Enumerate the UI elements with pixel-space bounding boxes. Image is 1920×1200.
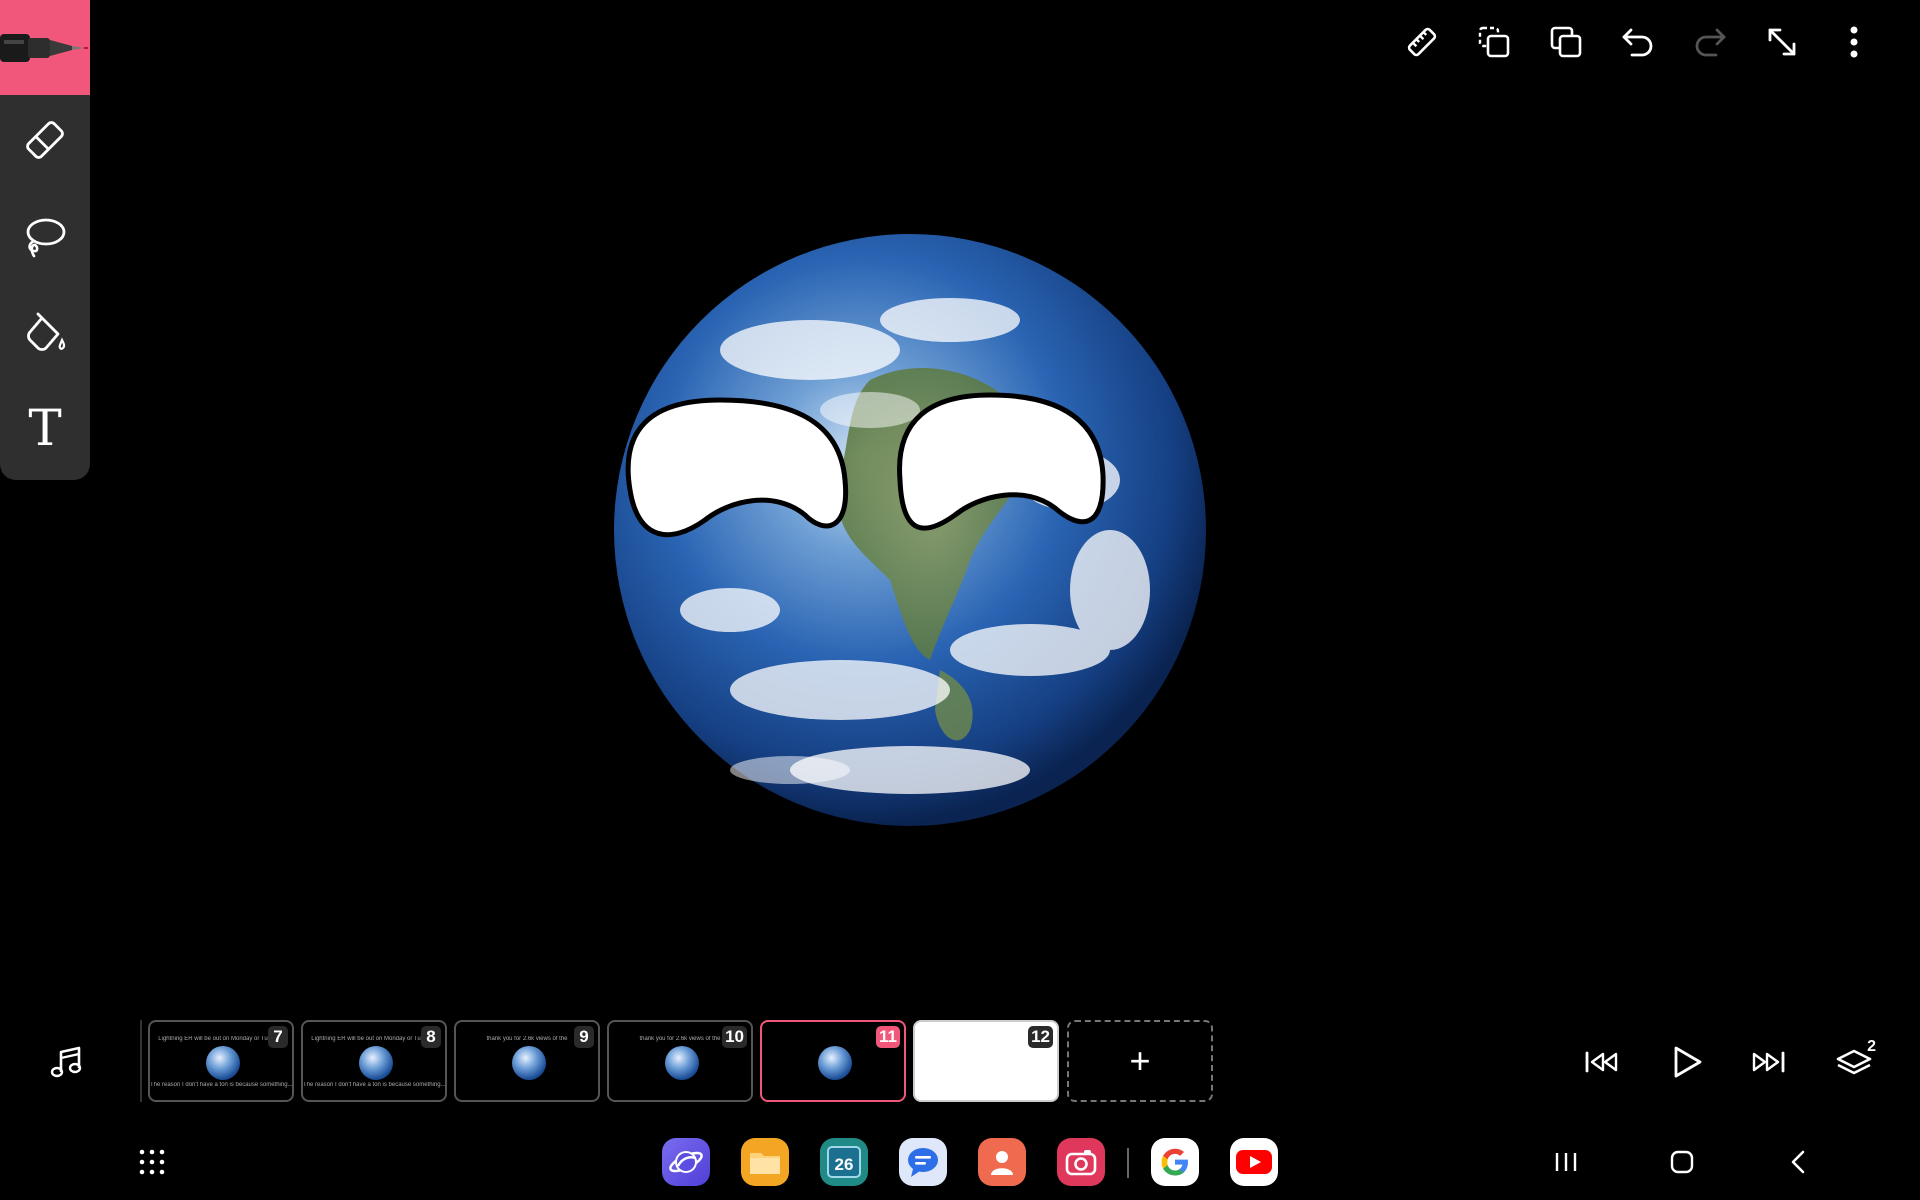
expand-button[interactable] <box>1760 20 1804 64</box>
first-frame-button[interactable] <box>1580 1040 1624 1084</box>
frame-number: 7 <box>268 1026 288 1048</box>
youtube-icon <box>1236 1150 1272 1174</box>
duplicate-button[interactable] <box>1544 20 1588 64</box>
frame-thumbnail-12[interactable]: 12 <box>913 1020 1059 1102</box>
frame-number: 8 <box>421 1026 441 1048</box>
copy-frame-button[interactable] <box>1472 20 1516 64</box>
redo-icon <box>1695 28 1726 57</box>
undo-icon <box>1622 28 1653 57</box>
layers-count: 2 <box>1867 1038 1876 1055</box>
nav-back-icon <box>1791 1150 1805 1174</box>
last-frame-button[interactable] <box>1746 1040 1790 1084</box>
internet-icon <box>669 1151 703 1173</box>
frame-caption: The reason I don't have a ton is because… <box>150 1082 292 1088</box>
music-note-icon <box>50 1046 82 1078</box>
expand-icon <box>1768 28 1796 56</box>
recent-apps-button[interactable] <box>1550 1146 1582 1178</box>
grid-icon <box>139 1149 165 1175</box>
pen-icon <box>0 34 88 62</box>
more-icon <box>1850 26 1858 58</box>
earth-drawing <box>614 234 1206 826</box>
music-button[interactable] <box>44 1040 88 1084</box>
frame-thumbnail-9[interactable]: thank you for 2.6k views of the 9 <box>454 1020 600 1102</box>
dock-app-my-files[interactable] <box>741 1138 789 1186</box>
plus-icon: + <box>1129 1040 1151 1081</box>
text-icon: T <box>28 399 62 457</box>
paint-bucket-icon <box>27 312 66 351</box>
dock-app-calendar[interactable]: 26 <box>820 1138 868 1186</box>
lasso-icon <box>26 218 66 258</box>
undo-button[interactable] <box>1616 20 1660 64</box>
dock-app-youtube[interactable] <box>1230 1138 1278 1186</box>
add-frame-button[interactable]: + <box>1067 1020 1213 1102</box>
dock-divider <box>1127 1148 1129 1178</box>
globe-thumbnail <box>512 1046 546 1080</box>
tool-panel: T <box>0 0 90 480</box>
home-button[interactable] <box>1666 1146 1698 1178</box>
google-icon <box>1161 1148 1188 1176</box>
frame-thumbnail-10[interactable]: thank you for 2.6k views of the 10 <box>607 1020 753 1102</box>
drawing-canvas[interactable] <box>150 90 1830 990</box>
frame-caption: The reason I don't have a ton is because… <box>303 1082 445 1088</box>
frame-number: 11 <box>876 1026 900 1048</box>
frame-number: 10 <box>722 1026 747 1048</box>
dock-app-google[interactable] <box>1151 1138 1199 1186</box>
duplicate-icon <box>1550 26 1582 58</box>
dock-app-messages[interactable] <box>899 1138 947 1186</box>
lasso-tool[interactable] <box>0 192 90 282</box>
calendar-day: 26 <box>834 1155 854 1174</box>
frame-thumbnail-8[interactable]: Lightning ER will be out on Monday or Tu… <box>301 1020 447 1102</box>
eraser-icon <box>26 121 64 159</box>
dock-app-contacts[interactable] <box>978 1138 1026 1186</box>
recents-icon <box>1555 1153 1577 1171</box>
skip-back-icon <box>1585 1051 1618 1073</box>
globe-thumbnail <box>206 1046 240 1080</box>
dock-app-internet[interactable] <box>662 1138 710 1186</box>
skip-forward-icon <box>1752 1051 1785 1073</box>
frame-number: 9 <box>574 1026 594 1048</box>
frame-number: 12 <box>1028 1026 1053 1048</box>
text-tool[interactable]: T <box>0 383 90 473</box>
frame-thumbnail-11[interactable]: 11 <box>760 1020 906 1102</box>
app-drawer-button[interactable] <box>136 1146 168 1178</box>
play-button[interactable] <box>1662 1038 1710 1086</box>
play-icon <box>1674 1046 1702 1078</box>
layers-button[interactable]: 2 <box>1830 1038 1878 1084</box>
pen-tool[interactable] <box>0 0 90 95</box>
frame-strip <box>140 1020 147 1102</box>
message-bubble-icon <box>908 1148 938 1177</box>
frame-thumbnail-7[interactable]: Lightning ER will be out on Monday or Tu… <box>148 1020 294 1102</box>
globe-thumbnail <box>359 1046 393 1080</box>
copy-frame-icon <box>1478 26 1510 58</box>
more-button[interactable] <box>1832 20 1876 64</box>
ruler-icon <box>1407 27 1437 57</box>
fill-tool[interactable] <box>0 288 90 378</box>
folder-icon <box>750 1153 780 1174</box>
home-icon <box>1670 1150 1694 1174</box>
eraser-tool[interactable] <box>0 95 90 185</box>
dock-app-camera[interactable] <box>1057 1138 1105 1186</box>
person-icon <box>991 1151 1013 1175</box>
redo-button[interactable] <box>1688 20 1732 64</box>
ruler-button[interactable] <box>1400 20 1444 64</box>
nav-back-button[interactable] <box>1782 1146 1814 1178</box>
globe-thumbnail <box>665 1046 699 1080</box>
globe-thumbnail <box>818 1046 852 1080</box>
camera-icon <box>1065 1150 1097 1176</box>
calendar-icon: 26 <box>827 1146 861 1178</box>
